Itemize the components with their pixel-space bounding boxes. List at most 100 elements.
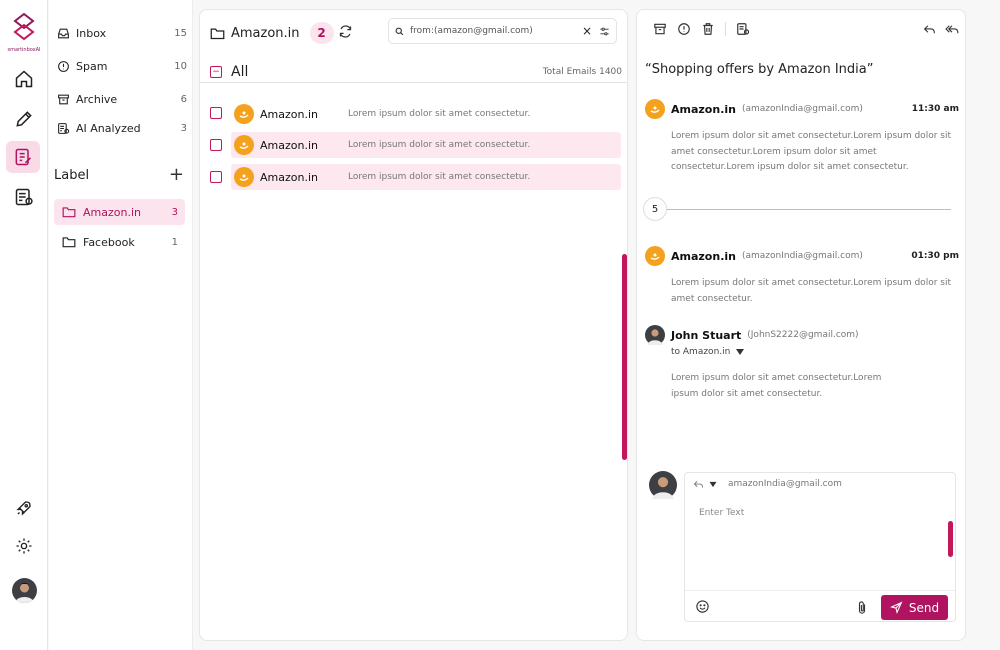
table-row[interactable]: Amazon.in Lorem ipsum dolor sit amet con… xyxy=(231,164,621,190)
table-row[interactable]: Amazon.in Lorem ipsum dolor sit amet con… xyxy=(231,101,621,127)
sidebar-item-label: AI Analyzed xyxy=(76,121,141,135)
row-sender: Amazon.in xyxy=(260,107,318,121)
send-icon xyxy=(889,601,903,614)
message-email: (amazonIndia@gmail.com) xyxy=(741,104,863,114)
sidebar-item-archive[interactable]: Archive 6 xyxy=(57,87,187,111)
filter-sliders-icon[interactable] xyxy=(599,26,610,37)
home-icon xyxy=(15,70,33,88)
sidebar-item-inbox[interactable]: Inbox 15 xyxy=(57,21,187,45)
amazon-avatar-icon xyxy=(234,167,254,187)
message-sender: John Stuart xyxy=(671,328,742,342)
ai-analyzed-icon xyxy=(58,122,70,134)
message-body: Lorem ipsum dolor sit amet consectetur.L… xyxy=(671,278,951,304)
compose-button[interactable] xyxy=(12,107,36,131)
message-email: (JohnS2222@gmail.com) xyxy=(747,330,859,340)
document-edit-icon xyxy=(15,148,32,166)
trash-icon[interactable] xyxy=(701,22,715,36)
row-checkbox[interactable] xyxy=(210,171,222,183)
message-header[interactable]: Amazon.in (amazonIndia@gmail.com) 01:30 … xyxy=(645,246,959,266)
email-subject: “Shopping offers by Amazon India” xyxy=(645,62,874,77)
row-checkbox[interactable] xyxy=(210,107,222,119)
recipient-label: to Amazon.in xyxy=(671,347,731,357)
attach-button[interactable] xyxy=(856,600,868,619)
inbox-icon xyxy=(58,28,69,38)
home-button[interactable] xyxy=(12,67,36,91)
checklist-icon xyxy=(15,188,33,206)
label-item-amazon[interactable]: Amazon.in 3 xyxy=(54,199,185,225)
sidebar-item-spam[interactable]: Spam 10 xyxy=(57,54,187,78)
message-time: 11:30 am xyxy=(911,104,959,114)
reply-tools xyxy=(923,24,959,35)
select-all-checkbox[interactable]: − xyxy=(210,66,222,78)
ai-analyze-icon[interactable] xyxy=(736,22,750,36)
send-label: Send xyxy=(908,600,940,615)
message-header[interactable]: John Stuart (JohnS2222@gmail.com) xyxy=(645,325,959,345)
reply-icon[interactable] xyxy=(693,480,704,489)
folder-title: Amazon.in xyxy=(231,25,300,41)
clear-search-icon[interactable]: × xyxy=(582,24,592,38)
recipient-toggle[interactable]: to Amazon.in xyxy=(671,347,959,357)
refresh-icon xyxy=(339,25,352,38)
archive-icon xyxy=(58,94,69,104)
amazon-avatar-icon xyxy=(645,246,665,266)
composer-scrollbar[interactable] xyxy=(948,521,953,557)
composer-text-input[interactable]: Enter Text xyxy=(699,508,744,518)
all-label: All xyxy=(231,64,249,80)
message-body: Lorem ipsum dolor sit amet consectetur.L… xyxy=(671,131,951,172)
label-item-facebook[interactable]: Facebook 1 xyxy=(54,229,185,255)
list-header: Amazon.in 2 xyxy=(210,22,334,44)
add-label-button[interactable]: + xyxy=(169,166,184,184)
collapsed-divider xyxy=(667,209,951,210)
sidebar-item-count: 3 xyxy=(180,122,187,134)
folder-icon xyxy=(62,207,76,218)
gear-icon xyxy=(16,538,32,554)
sidebar-item-label: Spam xyxy=(76,59,108,73)
chevron-down-icon[interactable] xyxy=(708,481,718,488)
person-avatar-icon xyxy=(645,325,665,345)
reply-icon[interactable] xyxy=(923,24,936,35)
launch-button[interactable] xyxy=(12,496,36,520)
amazon-avatar-icon xyxy=(234,104,254,124)
collapsed-count[interactable]: 5 xyxy=(643,197,667,221)
mail-list-button[interactable] xyxy=(6,141,40,173)
logo-icon xyxy=(13,12,35,41)
message-header[interactable]: Amazon.in (amazonIndia@gmail.com) 11:30 … xyxy=(645,99,959,119)
report-spam-icon[interactable] xyxy=(677,22,691,36)
toolbar-separator xyxy=(725,22,726,36)
message-item: Amazon.in (amazonIndia@gmail.com) 11:30 … xyxy=(645,99,959,176)
row-checkbox[interactable] xyxy=(210,139,222,151)
ai-analysis-button[interactable] xyxy=(12,185,36,209)
app-logo[interactable]: smartinboxAI xyxy=(4,12,44,53)
emoji-button[interactable] xyxy=(695,599,710,618)
row-sender: Amazon.in xyxy=(260,170,318,184)
settings-button[interactable] xyxy=(12,534,36,558)
collapsed-thread[interactable]: 5 xyxy=(643,197,951,221)
brand-name: smartinboxAI xyxy=(7,47,41,53)
send-button[interactable]: Send xyxy=(881,595,948,620)
refresh-button[interactable] xyxy=(338,24,353,43)
message-item: John Stuart (JohnS2222@gmail.com) to Ama… xyxy=(645,325,959,402)
sidebar-item-label: Inbox xyxy=(76,26,107,40)
label-item-count: 3 xyxy=(171,206,178,218)
row-snippet: Lorem ipsum dolor sit amet consectetur. xyxy=(348,109,531,119)
sidebar-item-ai-analyzed[interactable]: AI Analyzed 3 xyxy=(57,116,187,140)
user-avatar[interactable] xyxy=(12,578,37,603)
label-item-text: Amazon.in xyxy=(83,205,141,219)
table-row[interactable]: Amazon.in Lorem ipsum dolor sit amet con… xyxy=(231,132,621,158)
reply-all-icon[interactable] xyxy=(945,24,959,35)
message-sender: Amazon.in xyxy=(671,249,736,263)
list-scrollbar[interactable] xyxy=(622,254,627,460)
person-avatar-icon xyxy=(652,477,674,499)
row-snippet: Lorem ipsum dolor sit amet consectetur. xyxy=(348,140,531,150)
archive-icon[interactable] xyxy=(653,22,667,36)
emoji-icon xyxy=(696,600,709,613)
search-box[interactable]: from:(amazon@gmail.com) × xyxy=(388,18,617,44)
sidebar-item-count: 15 xyxy=(174,27,187,39)
label-item-count: 1 xyxy=(171,236,178,248)
search-input[interactable]: from:(amazon@gmail.com) xyxy=(410,26,582,36)
person-avatar-icon xyxy=(15,583,34,603)
composer-divider xyxy=(685,590,955,591)
composer-header: amazonIndia@gmail.com xyxy=(693,479,842,489)
message-sender: Amazon.in xyxy=(671,102,736,116)
composer-to: amazonIndia@gmail.com xyxy=(728,479,842,489)
